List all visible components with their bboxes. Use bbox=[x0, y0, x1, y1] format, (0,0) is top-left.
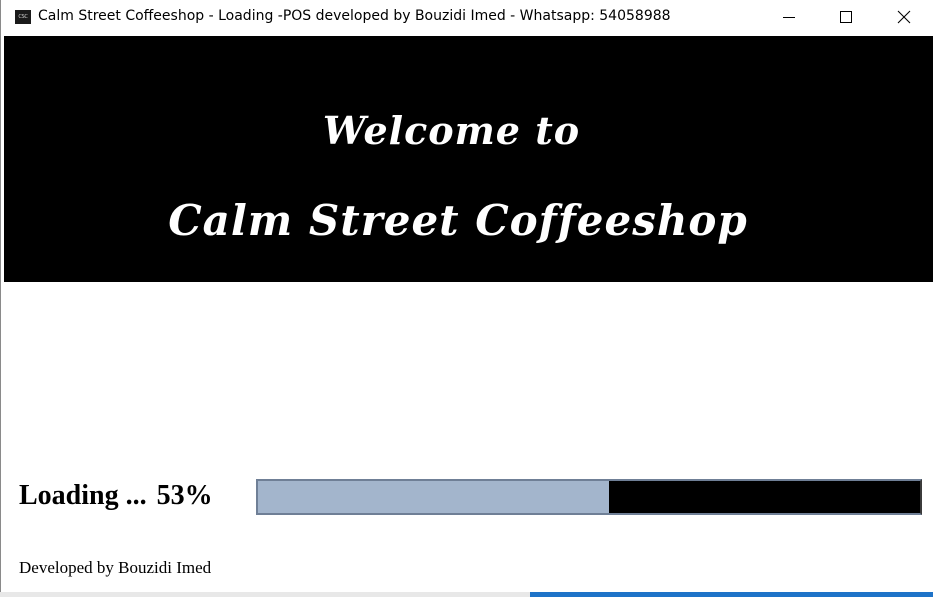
loading-progress-bar bbox=[256, 479, 922, 515]
maximize-icon bbox=[840, 11, 852, 23]
welcome-text: Welcome to bbox=[322, 108, 581, 153]
loading-status: Loading ... 53% bbox=[19, 480, 213, 512]
developer-credit: Developed by Bouzidi Imed bbox=[19, 558, 212, 577]
close-icon bbox=[897, 10, 911, 24]
window-title: Calm Street Coffeeshop - Loading -POS de… bbox=[38, 8, 671, 24]
close-button[interactable] bbox=[875, 0, 933, 34]
desktop-background bbox=[530, 592, 933, 597]
shop-name-text: Calm Street Coffeeshop bbox=[168, 196, 748, 245]
window-bottom-edge bbox=[0, 592, 530, 597]
loading-percent: 53% bbox=[156, 480, 213, 511]
minimize-icon bbox=[783, 17, 795, 18]
app-logo-icon: CSC bbox=[15, 10, 31, 24]
loading-window: CSC Calm Street Coffeeshop - Loading -PO… bbox=[0, 0, 933, 597]
minimize-button[interactable] bbox=[760, 0, 818, 34]
loading-label: Loading ... bbox=[19, 480, 147, 511]
maximize-button[interactable] bbox=[817, 0, 875, 34]
title-bar[interactable]: CSC Calm Street Coffeeshop - Loading -PO… bbox=[1, 0, 933, 36]
welcome-banner: Welcome to Calm Street Coffeeshop bbox=[4, 36, 933, 282]
progress-fill bbox=[258, 481, 609, 513]
